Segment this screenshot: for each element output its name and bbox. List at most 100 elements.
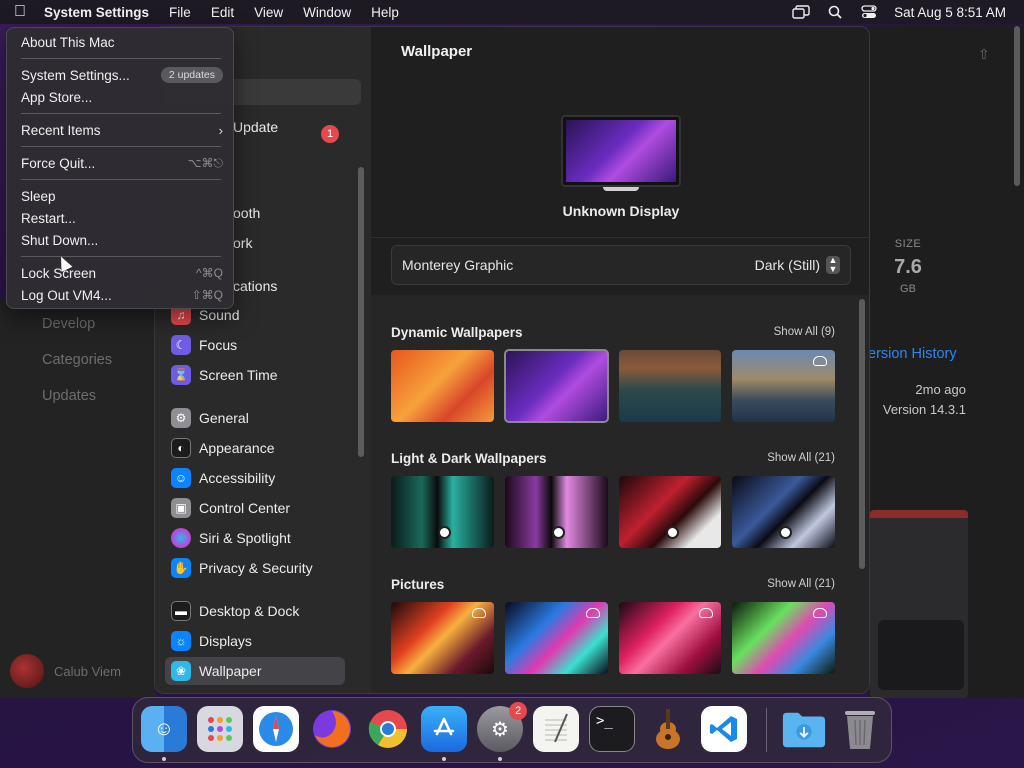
- sidebar-item-siri-spotlight[interactable]: Siri & Spotlight: [165, 524, 345, 552]
- section-title: Pictures: [391, 576, 445, 592]
- dock-icon: ▬: [171, 601, 191, 621]
- divider: [371, 237, 869, 238]
- screen-mirroring-icon[interactable]: [784, 5, 818, 19]
- show-all-button[interactable]: Show All (9): [774, 326, 835, 338]
- sidebar-item-notifications[interactable]: cations: [233, 278, 277, 294]
- menu-file[interactable]: File: [159, 5, 201, 20]
- share-icon[interactable]: ⇧: [978, 46, 990, 63]
- firefox-icon[interactable]: [309, 706, 355, 752]
- menu-item-shut-down[interactable]: Shut Down...: [21, 229, 223, 251]
- app-store-icon[interactable]: [421, 706, 467, 752]
- wallpaper-thumb[interactable]: [732, 476, 835, 548]
- terminal-icon[interactable]: >_: [589, 706, 635, 752]
- vscode-icon[interactable]: [701, 706, 747, 752]
- chrome-icon[interactable]: [365, 706, 411, 752]
- apple-menu-icon[interactable]: : [0, 3, 40, 21]
- download-icon: [699, 608, 714, 618]
- wallpaper-thumb-selected[interactable]: [503, 349, 609, 423]
- menu-window[interactable]: Window: [293, 5, 361, 20]
- version-number: Version 14.3.1: [882, 402, 966, 417]
- control-center-icon[interactable]: [852, 5, 886, 19]
- menu-separator: [21, 179, 221, 180]
- menu-separator: [21, 256, 221, 257]
- menu-edit[interactable]: Edit: [201, 5, 244, 20]
- sidebar-item-label: Control Center: [199, 500, 291, 516]
- system-settings-window: Update 1 ooth ork cations ♫ Sound ☾ Focu…: [154, 26, 870, 694]
- wallpaper-thumb[interactable]: [732, 350, 835, 422]
- current-wallpaper-name: Monterey Graphic: [402, 257, 514, 273]
- menu-item-sleep[interactable]: Sleep: [21, 185, 223, 207]
- textedit-icon[interactable]: [533, 706, 579, 752]
- menu-item-label: About This Mac: [21, 34, 115, 50]
- menu-item-label: Log Out VM4...: [21, 287, 112, 303]
- section-light-dark: Light & Dark Wallpapers Show All (21): [391, 449, 835, 548]
- wallpaper-thumb[interactable]: [504, 476, 608, 548]
- show-all-button[interactable]: Show All (21): [767, 578, 835, 590]
- wallpaper-thumb[interactable]: [391, 350, 494, 422]
- wallpaper-thumb[interactable]: [391, 476, 494, 548]
- wallpaper-thumb[interactable]: [618, 350, 722, 422]
- user-account[interactable]: Calub Viem: [10, 654, 121, 688]
- sidebar-item-network[interactable]: ork: [233, 235, 252, 251]
- appearance-mode-icon: [665, 526, 679, 539]
- wallpaper-thumb[interactable]: [618, 602, 722, 674]
- sidebar-item-label: Desktop & Dock: [199, 603, 300, 619]
- menu-clock[interactable]: Sat Aug 5 8:51 AM: [886, 5, 1024, 20]
- sidebar-item-focus[interactable]: ☾ Focus: [165, 331, 345, 359]
- sidebar-item-desktop-dock[interactable]: ▬ Desktop & Dock: [165, 597, 345, 625]
- wallpaper-thumb[interactable]: [391, 602, 494, 674]
- running-indicator: [162, 757, 166, 761]
- launchpad-icon[interactable]: [197, 706, 243, 752]
- menu-help[interactable]: Help: [361, 5, 409, 20]
- nav-updates[interactable]: Updates: [42, 388, 96, 404]
- trash-icon[interactable]: [837, 706, 883, 752]
- menu-item-restart[interactable]: Restart...: [21, 207, 223, 229]
- menu-item-force-quit[interactable]: Force Quit... ⌥⌘⎋: [21, 152, 223, 174]
- menu-item-label: System Settings...: [21, 67, 130, 83]
- avatar: [10, 654, 44, 688]
- control-center-icon: ▣: [171, 498, 191, 518]
- sidebar-item-bluetooth[interactable]: ooth: [233, 205, 260, 221]
- safari-icon[interactable]: [253, 706, 299, 752]
- garageband-icon[interactable]: [645, 706, 691, 752]
- sidebar-item-privacy-security[interactable]: ✋ Privacy & Security: [165, 554, 345, 582]
- sidebar-item-wallpaper[interactable]: ❀ Wallpaper: [165, 657, 345, 685]
- sidebar-item-software-update[interactable]: Update: [233, 119, 278, 135]
- appearance-mode-select[interactable]: Dark (Still) ▲ ▼: [755, 256, 840, 274]
- wallpaper-thumb[interactable]: [504, 602, 608, 674]
- sidebar-item-general[interactable]: ⚙ General: [165, 404, 345, 432]
- sidebar-item-appearance[interactable]: ◐ Appearance: [165, 434, 345, 462]
- downloads-folder-icon[interactable]: [781, 706, 827, 752]
- moon-icon: ☾: [171, 335, 191, 355]
- menu-item-system-settings[interactable]: System Settings... 2 updates: [21, 64, 223, 86]
- nav-categories[interactable]: Categories: [42, 352, 112, 368]
- menu-item-recent-items[interactable]: Recent Items ›: [21, 119, 223, 141]
- menu-item-lock-screen[interactable]: Lock Screen ^⌘Q: [21, 262, 223, 284]
- menu-item-about[interactable]: About This Mac: [21, 31, 223, 53]
- nav-develop[interactable]: Develop: [42, 316, 95, 332]
- wallpaper-thumb[interactable]: [618, 476, 722, 548]
- sidebar-item-label: Accessibility: [199, 470, 276, 486]
- section-title: Light & Dark Wallpapers: [391, 450, 547, 466]
- sidebar-item-displays[interactable]: ☼ Displays: [165, 627, 345, 655]
- menu-view[interactable]: View: [244, 5, 293, 20]
- menu-app-name[interactable]: System Settings: [40, 5, 159, 20]
- sidebar-item-screen-time[interactable]: ⌛ Screen Time: [165, 361, 345, 389]
- sidebar-scrollbar[interactable]: [358, 167, 364, 457]
- version-history-link[interactable]: ersion History: [868, 346, 957, 362]
- section-title: Dynamic Wallpapers: [391, 324, 523, 340]
- show-all-button[interactable]: Show All (21): [767, 452, 835, 464]
- sidebar-item-label: Privacy & Security: [199, 560, 313, 576]
- finder-icon[interactable]: ☺: [141, 706, 187, 752]
- sidebar-item-accessibility[interactable]: ☺ Accessibility: [165, 464, 345, 492]
- menu-item-log-out[interactable]: Log Out VM4... ⇧⌘Q: [21, 284, 223, 306]
- search-icon[interactable]: [818, 5, 852, 19]
- apple-menu-dropdown: About This Mac System Settings... 2 upda…: [6, 27, 234, 309]
- sidebar-item-control-center[interactable]: ▣ Control Center: [165, 494, 345, 522]
- wallpaper-thumb[interactable]: [732, 602, 835, 674]
- scrollbar[interactable]: [1014, 26, 1020, 186]
- gallery-scrollbar[interactable]: [859, 299, 865, 569]
- menu-item-app-store[interactable]: App Store...: [21, 86, 223, 108]
- app-screenshot[interactable]: [870, 510, 968, 698]
- menu-item-label: Sleep: [21, 188, 56, 204]
